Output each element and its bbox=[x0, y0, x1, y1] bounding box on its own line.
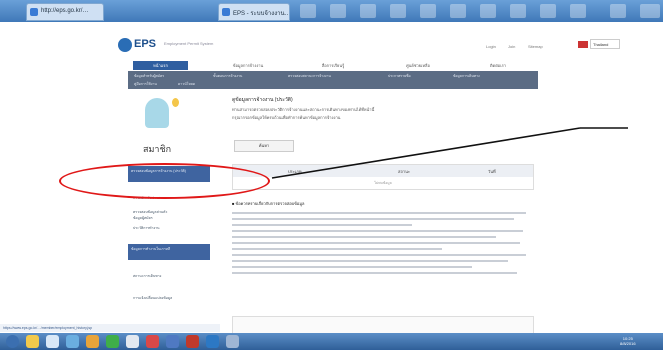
ie-icon bbox=[30, 8, 38, 16]
annotation-ellipse bbox=[59, 163, 270, 199]
notes-line bbox=[232, 230, 523, 232]
subnav-item[interactable]: ข้อมูลการเดินทาง bbox=[453, 73, 480, 79]
notes-line bbox=[232, 272, 517, 274]
notes-line bbox=[232, 224, 412, 226]
subnav-item[interactable]: คู่มือการใช้งาน bbox=[134, 81, 157, 87]
sidebar-link[interactable]: ประวัติการทำงาน bbox=[133, 226, 208, 231]
notes-line bbox=[232, 218, 514, 220]
notes-line bbox=[232, 248, 442, 250]
page-icon bbox=[222, 8, 230, 16]
top-link-join[interactable]: Join bbox=[508, 44, 515, 49]
address-text: http://eps.go.kr/… bbox=[41, 8, 89, 14]
page-description: กรุณากรอกข้อมูลให้ครบถ้วนเพื่อทำการค้นหา… bbox=[232, 115, 341, 120]
eps-logo-icon bbox=[118, 38, 132, 52]
notes-line bbox=[232, 260, 508, 262]
history-table: ประเภท สถานะ วันที่ ไม่พบข้อมูล bbox=[232, 164, 534, 190]
notes-line bbox=[232, 254, 526, 256]
tab-placeholder[interactable] bbox=[300, 4, 316, 18]
active-tab[interactable]: EPS - ระบบจ้างงาน… bbox=[218, 3, 290, 21]
sub-nav: ข้อมูลสำหรับผู้สมัคร ขั้นตอนการจ้างงาน ต… bbox=[128, 71, 538, 89]
window-controls[interactable] bbox=[640, 4, 660, 18]
start-button-icon[interactable] bbox=[6, 335, 19, 348]
taskbar-app-icon[interactable] bbox=[106, 335, 119, 348]
notes-line bbox=[232, 266, 472, 268]
sidebar-link[interactable]: สถานะการเดินทาง bbox=[133, 274, 208, 279]
nav-learning[interactable]: สื่อการเรียนรู้ bbox=[303, 61, 363, 70]
column-header: วันที่ bbox=[488, 169, 496, 174]
tab-placeholder[interactable] bbox=[480, 4, 496, 18]
subnav-item[interactable]: ดาวน์โหลด bbox=[178, 81, 195, 87]
member-illustration-icon bbox=[145, 98, 169, 128]
browser-icon[interactable] bbox=[46, 335, 59, 348]
table-empty-message: ไม่พบข้อมูล bbox=[374, 181, 392, 185]
address-bar[interactable]: http://eps.go.kr/… bbox=[26, 3, 104, 21]
notes-line bbox=[232, 212, 526, 214]
site-brand-sub: Employment Permit System bbox=[164, 41, 214, 46]
system-clock[interactable]: 10:25 8/8/2016 bbox=[620, 336, 636, 346]
tab-placeholder[interactable] bbox=[610, 4, 626, 18]
tab-placeholder[interactable] bbox=[420, 4, 436, 18]
site-brand[interactable]: EPS bbox=[134, 38, 156, 50]
explorer-icon[interactable] bbox=[26, 335, 39, 348]
tab-placeholder[interactable] bbox=[510, 4, 526, 18]
page-title: ดูข้อมูลการจ้างงาน (ประวัติ) bbox=[232, 97, 293, 103]
language-select[interactable]: Thailand bbox=[590, 39, 620, 49]
sidebar-link[interactable]: ข้อมูลผู้สมัคร bbox=[133, 216, 208, 221]
taskbar-app-icon[interactable] bbox=[86, 335, 99, 348]
subnav-item[interactable]: ประกาศรายชื่อ bbox=[388, 73, 411, 79]
windows-taskbar bbox=[0, 333, 663, 350]
taskbar-app-icon[interactable] bbox=[206, 335, 219, 348]
nav-contact[interactable]: ติดต่อเรา bbox=[468, 61, 528, 70]
taskbar-app-icon[interactable] bbox=[186, 335, 199, 348]
notes-line bbox=[232, 236, 496, 238]
table-header: ประเภท สถานะ วันที่ bbox=[233, 165, 533, 177]
tab-placeholder[interactable] bbox=[330, 4, 346, 18]
subnav-item[interactable]: ขั้นตอนการจ้างงาน bbox=[213, 73, 242, 79]
page-description: ท่านสามารถตรวจสอบประวัติการจ้างงานและสถา… bbox=[232, 107, 375, 112]
nav-employment[interactable]: ข้อมูลการจ้างงาน bbox=[218, 61, 278, 70]
nav-home[interactable]: หน้าแรก bbox=[133, 61, 188, 70]
notes-line bbox=[232, 242, 520, 244]
sidebar-title: สมาชิก bbox=[143, 144, 172, 154]
sidebar-link[interactable]: ตรวจสอบข้อมูลส่วนตัว bbox=[133, 210, 208, 215]
lightbulb-icon bbox=[172, 98, 179, 107]
flag-icon bbox=[578, 41, 588, 48]
notes-title: ■ ข้อควรทราบเกี่ยวกับการตรวจสอบข้อมูล bbox=[232, 201, 305, 206]
sidebar-item-work-in-korea[interactable]: ข้อมูลการทำงานในเกาหลี bbox=[128, 244, 210, 260]
browser-status-bar: https://www.eps.go.kr/…/member/employmen… bbox=[0, 324, 220, 332]
tab-placeholder[interactable] bbox=[450, 4, 466, 18]
taskbar-app-icon[interactable] bbox=[66, 335, 79, 348]
subnav-item[interactable]: ข้อมูลสำหรับผู้สมัคร bbox=[134, 73, 164, 79]
search-button[interactable]: ค้นหา bbox=[234, 140, 294, 152]
top-link-sitemap[interactable]: Sitemap bbox=[528, 44, 543, 49]
column-header: สถานะ bbox=[398, 169, 410, 174]
tab-placeholder[interactable] bbox=[540, 4, 556, 18]
tab-placeholder[interactable] bbox=[360, 4, 376, 18]
nav-help[interactable]: ศูนย์ช่วยเหลือ bbox=[388, 61, 448, 70]
taskbar-app-icon[interactable] bbox=[226, 335, 239, 348]
browser-tab-bar: http://eps.go.kr/… EPS - ระบบจ้างงาน… bbox=[0, 0, 663, 22]
column-header: ประเภท bbox=[288, 169, 302, 174]
tab-placeholder[interactable] bbox=[570, 4, 586, 18]
top-link-login[interactable]: Login bbox=[486, 44, 496, 49]
tab-placeholder[interactable] bbox=[390, 4, 406, 18]
taskbar-app-icon[interactable] bbox=[126, 335, 139, 348]
subnav-item[interactable]: ตรวจสอบสถานะการจ้างงาน bbox=[288, 73, 331, 79]
sidebar-link[interactable]: การแจ้งเปลี่ยนแปลงข้อมูล bbox=[133, 296, 208, 301]
notes-section: ■ ข้อควรทราบเกี่ยวกับการตรวจสอบข้อมูล bbox=[232, 200, 532, 278]
taskbar-app-icon[interactable] bbox=[166, 335, 179, 348]
clock-date: 8/8/2016 bbox=[620, 341, 636, 346]
taskbar-app-icon[interactable] bbox=[146, 335, 159, 348]
